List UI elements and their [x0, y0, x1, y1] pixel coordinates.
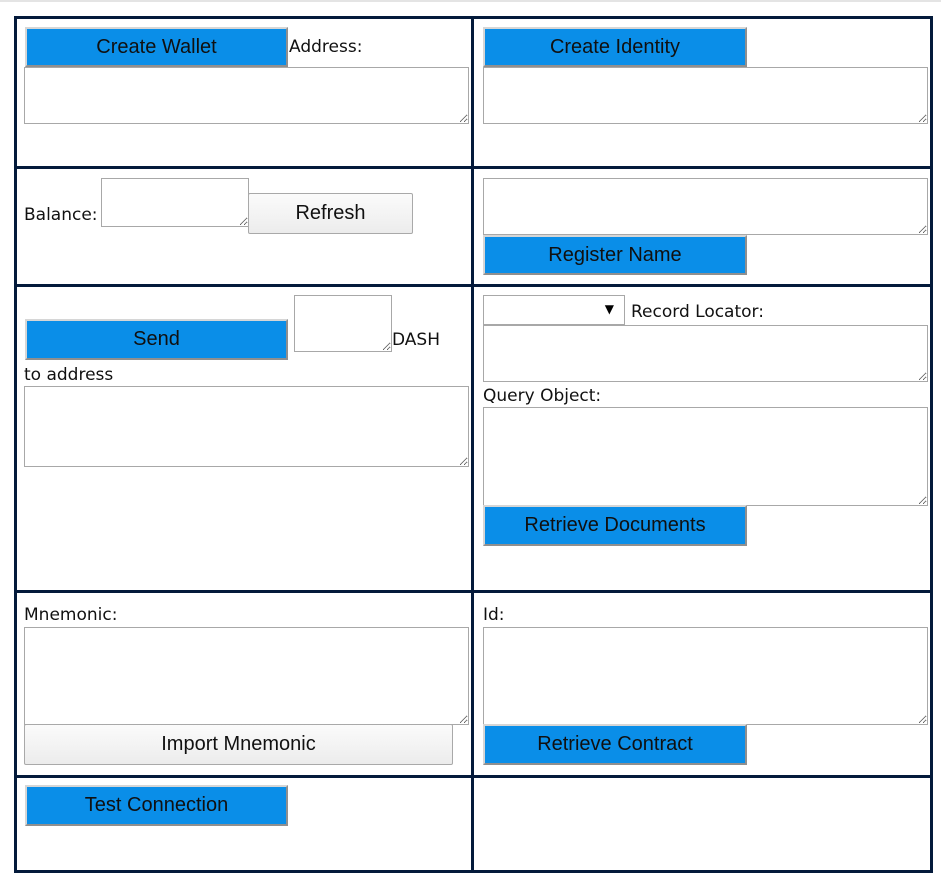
- import-mnemonic-button[interactable]: Import Mnemonic: [24, 724, 453, 765]
- retrieve-contract-button[interactable]: Retrieve Contract: [483, 724, 747, 765]
- address-field[interactable]: [24, 67, 469, 124]
- empty-panel: [471, 775, 933, 873]
- contract-select[interactable]: ▼: [483, 295, 625, 325]
- amount-field[interactable]: [294, 295, 392, 352]
- register-name-button[interactable]: Register Name: [483, 235, 747, 275]
- name-field-wrap: [483, 178, 928, 235]
- top-divider: [0, 0, 941, 2]
- to-address-field[interactable]: [24, 386, 469, 467]
- amount-field-wrap: [294, 295, 392, 352]
- identity-field[interactable]: [483, 67, 928, 124]
- currency-label: DASH: [392, 330, 440, 350]
- test-connection-button[interactable]: Test Connection: [25, 785, 288, 826]
- query-object-field-wrap: [483, 407, 928, 506]
- identity-field-wrap: [483, 67, 928, 124]
- balance-label: Balance:: [24, 205, 98, 225]
- mnemonic-field-wrap: [24, 627, 469, 725]
- send-button[interactable]: Send: [25, 319, 288, 360]
- create-identity-button[interactable]: Create Identity: [483, 27, 747, 67]
- query-object-field[interactable]: [483, 407, 928, 506]
- balance-field[interactable]: [101, 178, 249, 227]
- query-object-label: Query Object:: [483, 386, 602, 406]
- triangle-down-icon: ▼: [604, 302, 614, 316]
- mnemonic-label: Mnemonic:: [24, 605, 118, 625]
- mnemonic-field[interactable]: [24, 627, 469, 725]
- id-field[interactable]: [483, 627, 928, 725]
- to-address-label: to address: [24, 365, 114, 385]
- create-wallet-button[interactable]: Create Wallet: [25, 27, 288, 67]
- balance-field-wrap: [101, 178, 249, 227]
- refresh-button[interactable]: Refresh: [248, 193, 413, 234]
- record-locator-field[interactable]: [483, 325, 928, 382]
- retrieve-documents-button[interactable]: Retrieve Documents: [483, 505, 747, 546]
- record-locator-field-wrap: [483, 325, 928, 382]
- to-address-field-wrap: [24, 386, 469, 467]
- id-label: Id:: [483, 605, 505, 625]
- address-field-wrap: [24, 67, 469, 124]
- record-locator-label: Record Locator:: [631, 302, 764, 322]
- address-label: Address:: [289, 37, 363, 57]
- name-field[interactable]: [483, 178, 928, 235]
- id-field-wrap: [483, 627, 928, 725]
